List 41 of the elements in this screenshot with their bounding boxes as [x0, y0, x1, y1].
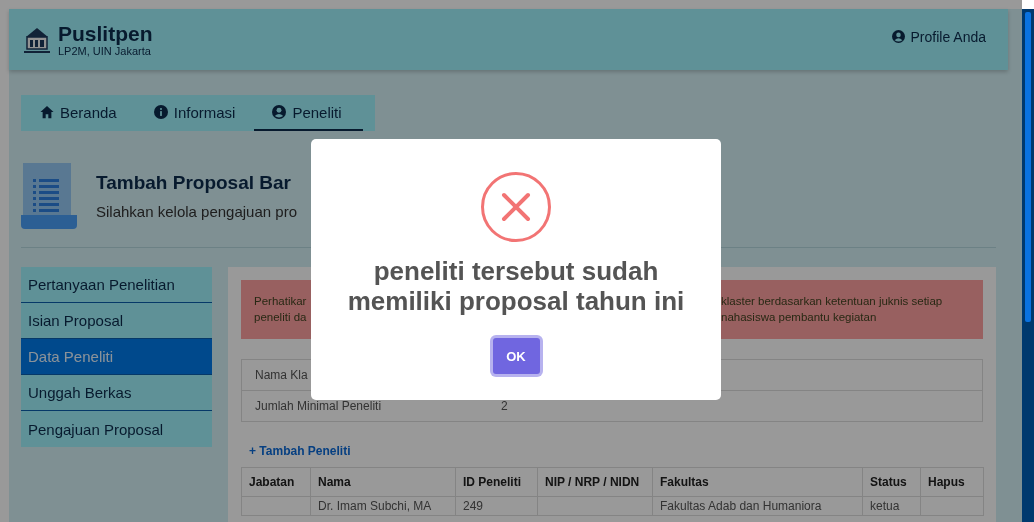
site-title: Puslitpen [58, 22, 153, 45]
add-researcher-link[interactable]: + Tambah Peneliti [249, 444, 983, 458]
profile-link[interactable]: Profile Anda [891, 28, 986, 45]
error-icon [480, 171, 552, 243]
table-cell: 249 [455, 496, 538, 516]
sidebar-item[interactable]: Pertanyaan Penelitian [21, 267, 212, 303]
document-list-icon [21, 163, 77, 229]
page-title: Tambah Proposal Bar [96, 172, 292, 194]
column-header: Fakultas [652, 467, 863, 497]
column-header: Jabatan [241, 467, 311, 497]
column-header: Hapus [920, 467, 984, 497]
info-value: 2 [501, 399, 509, 413]
table-cell: Fakultas Adab dan Humaniora [652, 496, 863, 516]
info-icon [153, 105, 168, 119]
sidebar-item[interactable]: Data Peneliti [21, 339, 212, 375]
site-subtitle: LP2M, UIN Jakarta [58, 44, 151, 57]
alert-text: nahasiswa pembantu kegiatan [721, 310, 878, 325]
sidebar-item[interactable]: Pengajuan Proposal [21, 411, 212, 447]
nav-tab[interactable]: Beranda [21, 95, 136, 131]
alert-text: klaster berdasarkan ketentuan juknis setiap [721, 294, 944, 309]
alert-text: peneliti da [254, 310, 307, 325]
sidebar-item[interactable]: Unggah Berkas [21, 375, 212, 411]
alert-text: Perhatikar [254, 294, 307, 309]
table-cell: Dr. Imam Subchi, MA [310, 496, 456, 516]
table-cell: ketua [862, 496, 921, 516]
sidebar-item[interactable]: Isian Proposal [21, 303, 212, 339]
dialog-message: peneliti tersebut sudah memiliki proposal tahun ini [346, 256, 686, 316]
page-subtitle: Silahkan kelola pengajuan pro [96, 203, 297, 220]
ok-button[interactable]: OK [492, 338, 540, 374]
nav-tab[interactable]: Peneliti [254, 95, 364, 131]
column-header: Nama [310, 467, 456, 497]
info-label: Jumlah Minimal Peneliti [255, 399, 383, 413]
column-header: NIP / NRP / NIDN [537, 467, 653, 497]
column-header: Status [862, 467, 921, 497]
column-header: ID Peneliti [455, 467, 538, 497]
user-icon [891, 30, 905, 43]
nav-tab[interactable]: Informasi [135, 95, 255, 131]
scrollbar[interactable] [1022, 9, 1034, 522]
user-icon [272, 105, 287, 119]
info-label: Nama Kla [255, 368, 309, 382]
home-icon [40, 105, 54, 119]
